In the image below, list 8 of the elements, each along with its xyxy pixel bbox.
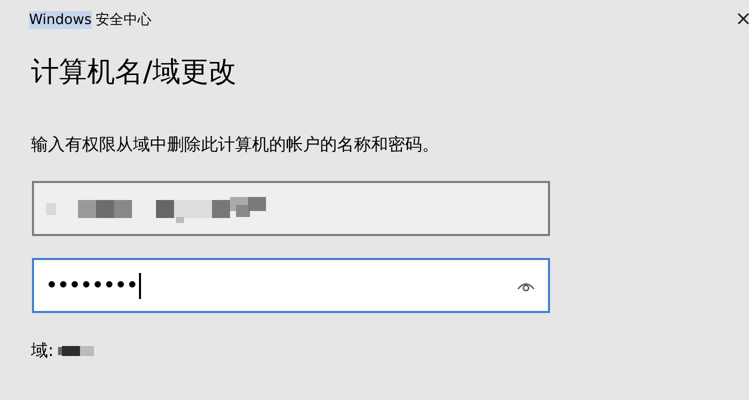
window-title: Windows xyxy=(29,11,92,29)
window-title: 安全中心 xyxy=(96,11,152,30)
close-button[interactable]: × xyxy=(735,6,749,30)
dialog-heading: 计算机名/域更改 xyxy=(31,54,238,90)
password-value: •••••••• xyxy=(46,275,138,296)
password-field[interactable]: •••••••• xyxy=(32,258,550,313)
domain-label: 域: xyxy=(31,340,54,362)
instruction-text: 输入有权限从域中删除此计算机的帐户的名称和密码。 xyxy=(31,134,440,157)
